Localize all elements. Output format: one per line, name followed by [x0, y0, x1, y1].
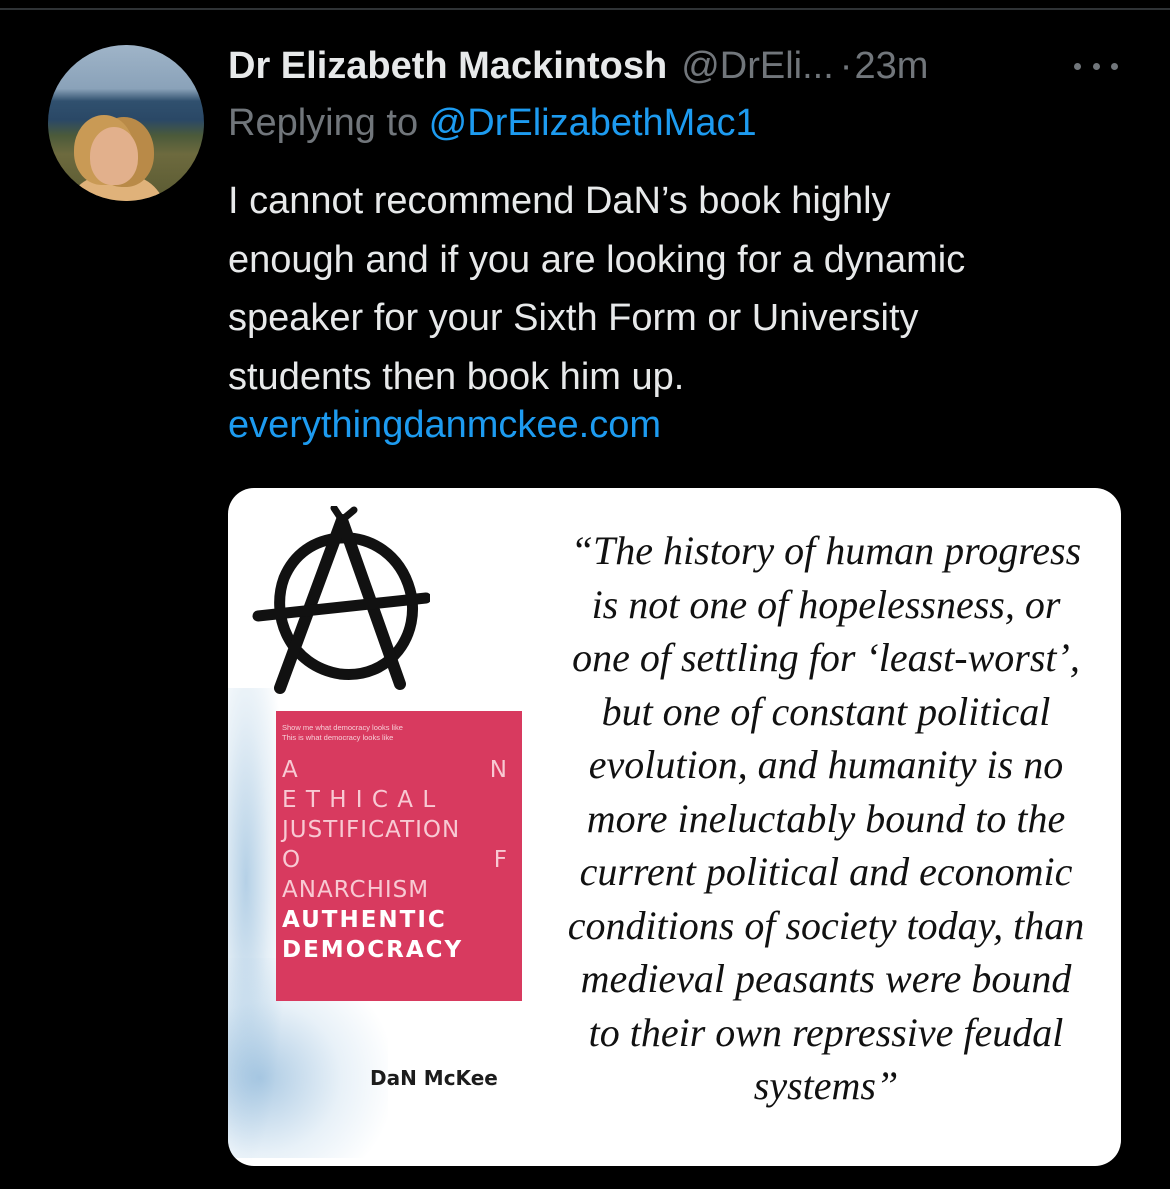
more-dot-2 — [1092, 62, 1100, 70]
reply-handle-link[interactable]: @DrElizabethMac1 — [429, 102, 757, 144]
quote-line: current political and economic — [579, 849, 1073, 894]
quote-line: one of settling for ‘least-worst’, — [572, 635, 1080, 680]
quote-line: medieval peasants were bound — [580, 956, 1072, 1001]
book-author: DaN McKee — [370, 1066, 498, 1090]
anarchy-symbol-icon — [252, 506, 430, 694]
timestamp[interactable]: 23m — [854, 45, 928, 88]
tweet-text: I cannot recommend DaN’s book highly eno… — [228, 172, 1128, 406]
more-dot-3 — [1111, 62, 1118, 70]
book-title-line: DEMOCRACY — [282, 937, 464, 963]
quote-line: “The history of human progress — [570, 528, 1082, 573]
quote-line: evolution, and humanity is no — [588, 742, 1064, 787]
tweet-text-line: speaker for your Sixth Form or Universit… — [228, 297, 919, 339]
book-title-line: AN — [282, 757, 508, 783]
quote-line: conditions of society today, than — [567, 902, 1085, 948]
book-cover: Show me what democracy looks like This i… — [276, 711, 522, 1001]
author-name[interactable]: Dr Elizabeth Mackintosh — [228, 45, 667, 88]
book-title-line: JUSTIFICATION — [282, 817, 461, 843]
quote-line: is not one of hopelessness, or — [591, 581, 1061, 627]
quote-line: but one of constant political — [601, 688, 1051, 734]
book-title-line: ANARCHISM — [282, 877, 430, 903]
more-dot-1 — [1074, 62, 1081, 70]
avatar-face — [90, 127, 138, 185]
tweet-text-line: enough and if you are looking for a dyna… — [228, 238, 966, 281]
book-title-line: AUTHENTIC — [282, 907, 447, 933]
reply-prefix: Replying to — [228, 102, 429, 144]
book-title-line: OF — [282, 847, 508, 873]
more-horizontal-icon[interactable] — [1074, 56, 1118, 76]
book-subtitle: Show me what democracy looks like This i… — [282, 723, 403, 742]
author-handle[interactable]: @DrEli... — [681, 45, 834, 88]
avatar[interactable] — [48, 45, 204, 201]
tweet-header: Dr Elizabeth Mackintosh @DrEli... · 23m — [228, 40, 928, 92]
book-title: AN E T H I C A L JUSTIFICATION OF ANARCH… — [282, 755, 508, 965]
book-title-line: E T H I C A L — [282, 787, 437, 813]
quote-line: systems” — [753, 1063, 899, 1108]
tweet-text-line: students then book him up. — [228, 355, 685, 398]
separator-dot: · — [839, 44, 853, 87]
quote-line: more ineluctably bound to the — [586, 795, 1066, 841]
book-quote: “The history of human progress is not on… — [534, 524, 1118, 1113]
media-image[interactable]: Show me what democracy looks like This i… — [228, 488, 1121, 1166]
tweet-text-line: I cannot recommend DaN’s book highly — [228, 180, 891, 222]
tweet[interactable]: Dr Elizabeth Mackintosh @DrEli... · 23m … — [0, 0, 1170, 1189]
replying-to: Replying to @DrElizabethMac1 — [228, 102, 757, 145]
quote-line: to their own repressive feudal — [588, 1009, 1064, 1055]
tweet-link[interactable]: everythingdanmckee.com — [228, 404, 661, 447]
